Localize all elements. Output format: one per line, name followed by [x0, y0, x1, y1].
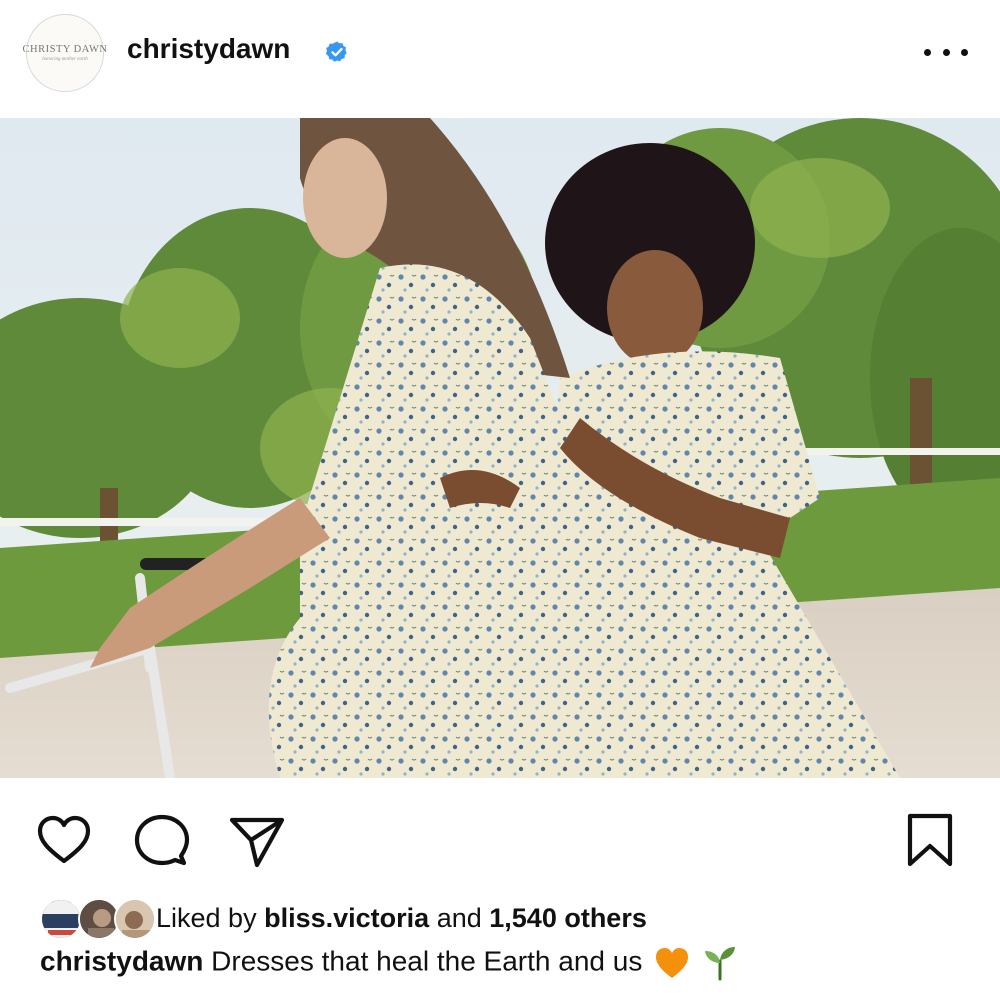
comment-icon [134, 814, 190, 866]
post-photo-illustration [0, 118, 1000, 778]
like-button[interactable] [34, 810, 94, 870]
verified-badge-icon [325, 41, 347, 62]
more-dot-icon [942, 48, 950, 56]
post-image[interactable] [0, 118, 1000, 778]
share-button[interactable] [226, 810, 286, 870]
more-dot-icon [924, 48, 931, 56]
heart-icon [37, 815, 91, 864]
post-header: CHRISTY DAWN honoring mother earth chris… [0, 0, 1000, 118]
likes-row: Liked by bliss.victoria and 1,540 others [40, 896, 980, 944]
avatar-brand-text: CHRISTY DAWN [22, 44, 108, 55]
likes-prefix: Liked by [156, 903, 257, 933]
liker-avatar [114, 898, 156, 940]
caption-username-link[interactable]: christydawn [40, 945, 203, 976]
caption-text: Dresses that heal the Earth and us [211, 945, 643, 977]
likes-summary: Liked by bliss.victoria and 1,540 others [156, 903, 647, 934]
liked-by-user-link[interactable]: bliss.victoria [264, 903, 429, 933]
post-actions-bar [0, 800, 1000, 880]
post-username[interactable]: christydawn [127, 33, 290, 65]
seedling-icon [704, 947, 735, 981]
avatar-tagline-text: honoring mother earth [42, 57, 88, 62]
post-caption: christydawn Dresses that heal the Earth … [40, 945, 738, 981]
likes-count-link[interactable]: 1,540 others [489, 903, 647, 933]
comment-button[interactable] [130, 810, 190, 870]
bookmark-icon [907, 813, 953, 867]
more-options-button[interactable] [924, 38, 968, 66]
profile-avatar[interactable]: CHRISTY DAWN honoring mother earth [23, 14, 107, 92]
send-icon [229, 817, 285, 868]
liker-avatars[interactable] [40, 898, 156, 942]
orange-heart-icon [656, 948, 689, 978]
liker-avatar [40, 898, 82, 940]
more-dot-icon [961, 48, 968, 56]
likes-conjunction: and [436, 903, 482, 933]
save-button[interactable] [900, 810, 960, 870]
